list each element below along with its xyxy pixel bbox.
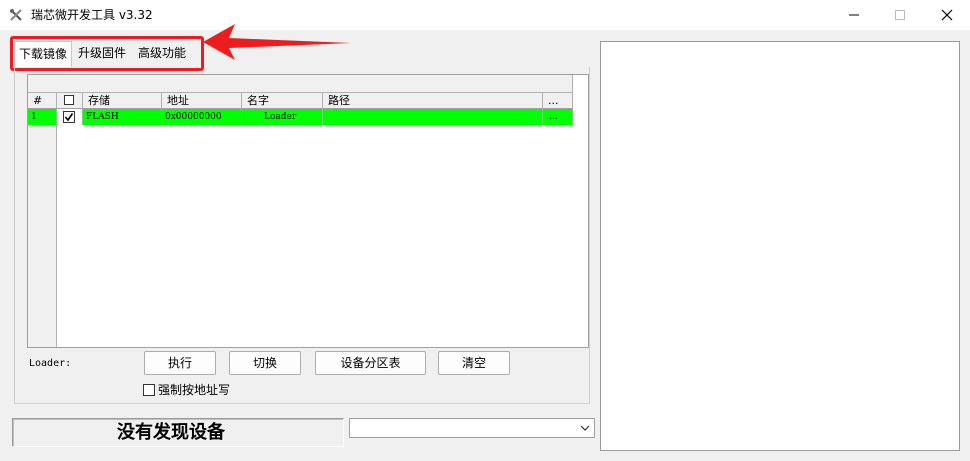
device-status-panel: 没有发现设备 [12,418,344,447]
row-address[interactable]: 0x00000000 [162,109,242,125]
annotation-highlight-box [10,36,204,71]
row-check-cell[interactable] [57,109,83,125]
row-name[interactable]: Loader [242,109,323,125]
grid-header: # 存储 地址 名字 路径 ... [28,93,573,109]
select-all-checkbox[interactable] [64,95,74,105]
close-button[interactable] [924,0,970,30]
column-header-index[interactable]: # [28,93,57,109]
row-index: 1 [28,109,57,125]
title-bar: 瑞芯微开发工具 v3.32 [0,0,970,30]
row-header-column [28,109,57,347]
minimize-button[interactable] [831,0,877,30]
column-header-check[interactable] [57,93,83,109]
maximize-button[interactable] [877,0,923,30]
column-header-storage[interactable]: 存储 [83,93,162,109]
column-header-more[interactable]: ... [543,93,573,109]
row-path[interactable] [323,109,543,125]
log-output-area[interactable] [600,41,960,451]
grid-scroll-area [573,93,588,347]
clear-button[interactable]: 清空 [438,351,510,375]
row-storage: FLASH [83,109,162,125]
loader-label: Loader: [29,358,72,369]
annotation-arrow-icon [203,24,351,60]
tools-icon [9,8,23,22]
device-select-dropdown[interactable] [349,418,595,438]
image-list-grid[interactable]: # 存储 地址 名字 路径 ... 1 FLASH 0x00000000 Loa… [27,74,589,348]
table-row[interactable]: 1 FLASH 0x00000000 Loader ... [28,109,573,125]
column-header-address[interactable]: 地址 [162,93,242,109]
row-browse-button[interactable]: ... [543,109,573,125]
grid-top-bar [28,75,573,93]
column-header-path[interactable]: 路径 [323,93,543,109]
device-status-text: 没有发现设备 [117,422,225,443]
column-header-name[interactable]: 名字 [242,93,323,109]
force-write-checkbox-box[interactable] [143,384,155,396]
chevron-down-icon [580,425,590,431]
row-checkbox[interactable] [63,111,75,123]
execute-button[interactable]: 执行 [144,351,216,375]
switch-button[interactable]: 切换 [229,351,301,375]
checkmark-icon [64,113,74,122]
device-partition-table-button[interactable]: 设备分区表 [315,351,426,375]
window-title: 瑞芯微开发工具 v3.32 [31,8,153,22]
force-write-label: 强制按地址写 [158,383,231,397]
